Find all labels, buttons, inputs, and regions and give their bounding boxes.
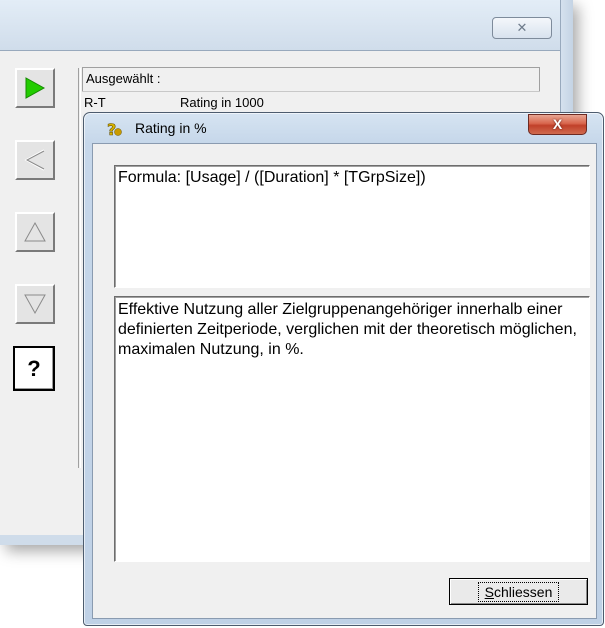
selection-header: Ausgewählt : (82, 67, 540, 91)
remove-selection-button[interactable] (15, 140, 55, 180)
formula-textbox[interactable]: Formula: [Usage] / ([Duration] * [TGrpSi… (114, 165, 590, 288)
dialog-titlebar[interactable]: ? Rating in % X (84, 113, 603, 143)
close-button-rest: chliessen (493, 583, 553, 600)
selection-label: Ausgewählt : (86, 71, 161, 86)
close-button-label: Schliessen (477, 581, 560, 602)
help-question-icon: ? (105, 120, 125, 143)
parent-close-button[interactable]: ✕ (492, 17, 552, 39)
dialog-close-button[interactable]: X (528, 114, 587, 135)
separator (78, 68, 81, 468)
close-icon: ✕ (516, 20, 528, 35)
formula-text: Formula: [Usage] / ([Duration] * [TGrpSi… (118, 169, 426, 186)
add-selection-button[interactable] (15, 68, 55, 108)
dialog-title: Rating in % (135, 120, 207, 136)
description-textbox[interactable]: Effektive Nutzung aller Zielgruppenangeh… (114, 296, 590, 562)
selected-item-code[interactable]: R-T (84, 95, 106, 110)
description-text: Effektive Nutzung aller Zielgruppenangeh… (118, 301, 577, 358)
close-button-accel: S (484, 583, 494, 600)
arrow-up-icon (23, 221, 47, 243)
arrow-left-icon (24, 148, 46, 172)
parent-window-titlebar (0, 0, 572, 52)
move-down-button[interactable] (15, 284, 55, 324)
svg-text:?: ? (107, 120, 116, 138)
help-button[interactable]: ? (13, 346, 55, 391)
selection-divider (82, 91, 540, 92)
help-label: ? (27, 355, 41, 381)
selected-item-name[interactable]: Rating in 1000 (180, 95, 264, 110)
play-right-icon (24, 76, 46, 100)
close-dialog-button[interactable]: Schliessen (449, 578, 588, 605)
move-up-button[interactable] (15, 212, 55, 252)
dialog-client: Formula: [Usage] / ([Duration] * [TGrpSi… (92, 143, 597, 619)
rating-dialog: ? Rating in % X Formula: [Usage] / ([Dur… (83, 112, 604, 626)
arrow-down-icon (23, 293, 47, 315)
close-icon: X (552, 116, 563, 132)
